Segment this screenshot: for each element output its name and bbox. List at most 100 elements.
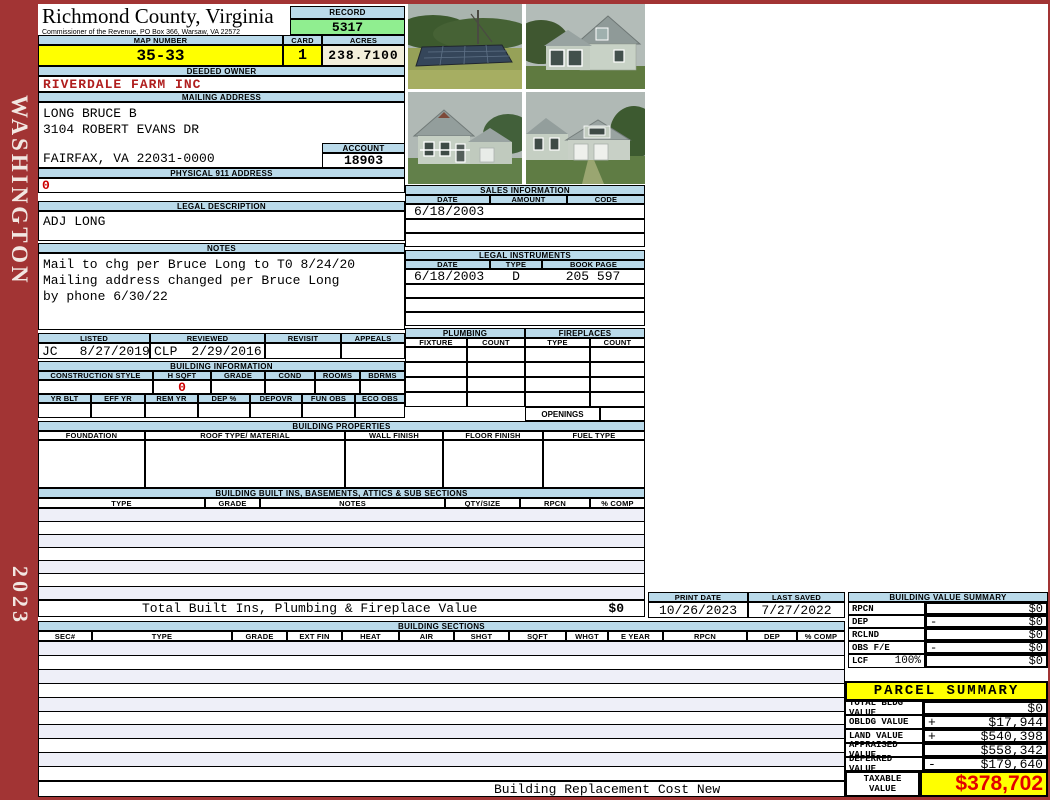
remyr-value <box>145 403 198 418</box>
bi-comp-label: % COMP <box>590 498 645 508</box>
taxable-value-row: TAXABLE VALUE $378,702 <box>845 771 1048 797</box>
sales-code-label: CODE <box>567 195 645 204</box>
photo-solar-array[interactable] <box>408 4 522 89</box>
bi-notes-label: NOTES <box>260 498 445 508</box>
rooms-value <box>315 380 360 394</box>
review-value-row: JC 8/27/2019 CLP 2/29/2016 <box>38 343 405 359</box>
listed-label: LISTED <box>38 333 150 343</box>
notes-line-2: Mailing address changed per Bruce Long <box>43 273 340 288</box>
sales-row1-date: 6/18/2003 <box>405 204 645 219</box>
listed-date: 8/27/2019 <box>79 343 150 359</box>
openings-label: OPENINGS <box>525 407 600 421</box>
bs-grade-label: GRADE <box>232 631 287 641</box>
photo-house-garage[interactable] <box>526 92 645 184</box>
acres-value: 238.7100 <box>322 45 405 66</box>
construction-style-value <box>38 380 153 394</box>
legal-instruments-row-2 <box>405 284 645 298</box>
bvs-lcf-label: LCF <box>852 656 869 666</box>
cond-label: COND <box>265 371 315 380</box>
li-type-label: TYPE <box>490 260 542 269</box>
built-ins-total-label: Total Built Ins, Plumbing & Fireplace Va… <box>142 601 478 616</box>
mailing-line-2: 3104 ROBERT EVANS DR <box>43 122 200 137</box>
bvs-row-obs: OBS F/E - $0 <box>848 641 1048 655</box>
built-ins-total-value: $0 <box>608 601 624 616</box>
openings-row: OPENINGS <box>405 407 645 421</box>
map-header-row: MAP NUMBER CARD ACRES <box>38 35 405 45</box>
foundation-value <box>38 440 145 488</box>
plumbing-row-1 <box>405 347 645 362</box>
legal-description-label: LEGAL DESCRIPTION <box>38 201 405 211</box>
grade-label: GRADE <box>211 371 265 380</box>
grade-value <box>211 380 265 394</box>
li-date-label: DATE <box>405 260 490 269</box>
bs-air-label: AIR <box>399 631 454 641</box>
bvs-row-rpcn: RPCN $0 <box>848 601 1048 616</box>
reviewed-label: REVIEWED <box>150 333 265 343</box>
print-date-label: PRINT DATE <box>648 592 748 602</box>
revisit-value <box>265 343 341 359</box>
building-sections-empty-rows <box>38 641 845 781</box>
page-title: Richmond County, Virginia <box>42 4 274 28</box>
building-replacement-label: Building Replacement Cost New <box>494 781 721 797</box>
fireplaces-title: FIREPLACES <box>525 328 645 338</box>
building-properties-header-row: FOUNDATION ROOF TYPE/ MATERIAL WALL FINI… <box>38 431 645 440</box>
bs-type-label: TYPE <box>92 631 232 641</box>
ecoobs-label: ECO OBS <box>355 394 405 403</box>
notes-block: Mail to chg per Bruce Long to T0 8/24/20… <box>38 253 405 330</box>
built-ins-empty-rows <box>38 508 645 600</box>
taxable-value-label: TAXABLE VALUE <box>845 771 920 797</box>
li-bookpage-label: BOOK PAGE <box>542 260 645 269</box>
fixture-label: FIXTURE <box>405 338 467 347</box>
remyr-label: REM YR <box>145 394 198 403</box>
account-value: 18903 <box>322 153 405 168</box>
bi-type-label: TYPE <box>38 498 205 508</box>
bvs-lcf-pct: 100% <box>894 655 921 667</box>
record-label: RECORD <box>290 6 405 19</box>
notes-label: NOTES <box>38 243 405 253</box>
bvs-row-lcf: LCF 100% $0 <box>848 654 1048 668</box>
built-ins-header-row: TYPE GRADE NOTES QTY/SIZE RPCN % COMP <box>38 498 645 508</box>
deeded-owner-value: RIVERDALE FARM INC <box>38 76 405 92</box>
bvs-rpcn-value: $0 <box>1028 601 1043 616</box>
taxable-value-amount: $378,702 <box>920 771 1048 797</box>
sidebar-state-label: WASHINGTON <box>7 95 32 286</box>
card-value: 1 <box>283 45 322 66</box>
property-record-card: WASHINGTON 2023 Richmond County, Virgini… <box>0 0 1050 800</box>
photo-farmhouse-porch[interactable] <box>408 92 522 184</box>
reviewed-by: CLP <box>154 343 178 359</box>
photo-house-exterior[interactable] <box>526 4 645 89</box>
bvs-rpcn-label: RPCN <box>852 603 874 614</box>
depovr-label: DEPOVR <box>250 394 302 403</box>
bvs-row-rclnd: RCLND $0 <box>848 627 1048 642</box>
construction-style-label: CONSTRUCTION STYLE <box>38 371 153 380</box>
ps-obldg-label: OBLDG VALUE <box>849 717 909 727</box>
funobs-value <box>302 403 355 418</box>
mailing-address-label: MAILING ADDRESS <box>38 92 405 102</box>
fireplace-count-label: COUNT <box>590 338 645 347</box>
sidebar-year-label: 2023 <box>8 566 33 626</box>
ps-row-deferred: DEFERRED VALUE - $179,640 <box>845 754 1048 774</box>
legal-instruments-title: LEGAL INSTRUMENTS <box>405 250 645 260</box>
bvs-rclnd-value: $0 <box>1028 627 1043 642</box>
account-label: ACCOUNT <box>322 143 405 153</box>
last-saved-label: LAST SAVED <box>748 592 845 602</box>
year-sidebar: WASHINGTON 2023 <box>0 0 38 800</box>
print-info-header-row: PRINT DATE LAST SAVED <box>648 592 845 602</box>
map-number-value: 35-33 <box>38 45 283 66</box>
mailing-line-1: LONG BRUCE B <box>43 106 137 121</box>
sales-row-1: 6/18/2003 <box>405 204 645 219</box>
floor-finish-label: FLOOR FINISH <box>443 431 543 440</box>
building-sections-header-row: SEC# TYPE GRADE EXT FIN HEAT AIR SHGT SQ… <box>38 631 845 641</box>
legal-instruments-row-1: 6/18/2003 D 205 597 <box>405 269 645 284</box>
plumbing-count-label: COUNT <box>467 338 525 347</box>
deeded-owner-label: DEEDED OWNER <box>38 66 405 76</box>
physical-address-value: 0 <box>38 178 405 193</box>
bi-rpcn-label: RPCN <box>520 498 590 508</box>
ps-deferred-value: $179,640 <box>980 756 1043 772</box>
ps-row-obldg: OBLDG VALUE + $17,944 <box>845 715 1048 730</box>
yrblt-value <box>38 403 91 418</box>
foundation-label: FOUNDATION <box>38 431 145 440</box>
listed-by: JC <box>42 343 58 359</box>
building-properties-value-row <box>38 440 645 488</box>
legal-instruments-header-row: DATE TYPE BOOK PAGE <box>405 260 645 269</box>
